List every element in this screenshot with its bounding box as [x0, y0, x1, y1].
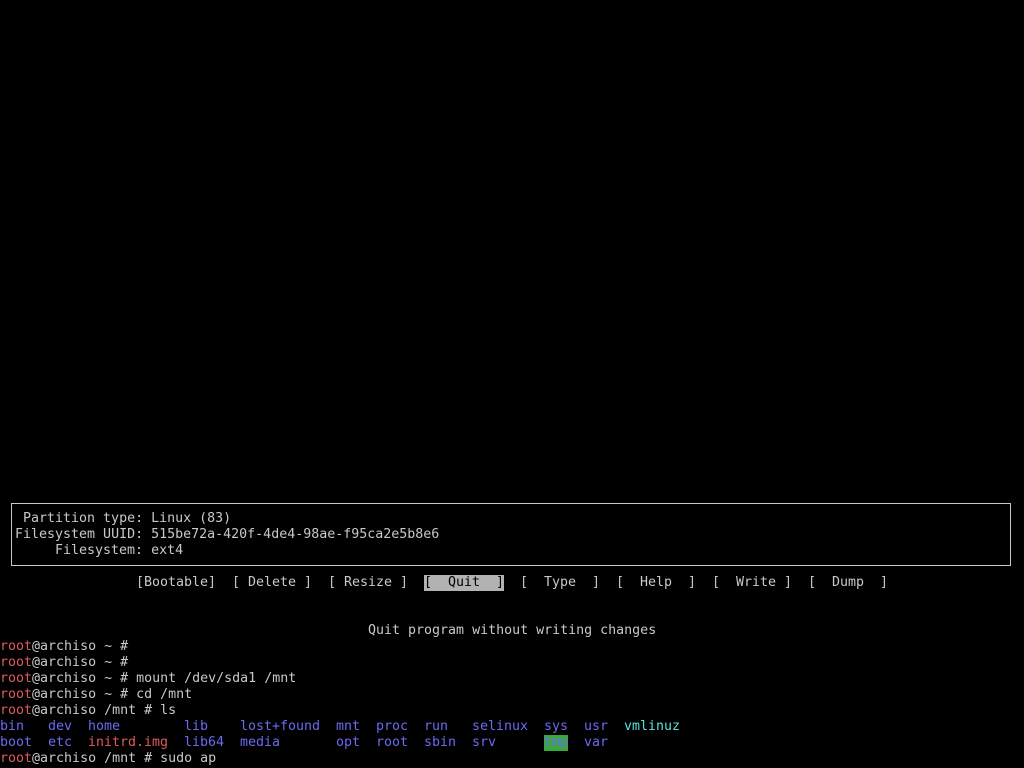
command-input[interactable]: sudo ap	[160, 751, 216, 766]
ls-entry-root: root	[376, 735, 409, 750]
filesystem-row: Filesystem: ext4	[55, 543, 183, 559]
filesystem-uuid-label: Filesystem UUID:	[15, 527, 144, 542]
ls-entry-lib: lib	[184, 719, 209, 734]
ls-entry-run: run	[424, 719, 449, 734]
prompt-line: root@archiso ~ #	[0, 655, 136, 671]
ls-entry-sbin: sbin	[424, 735, 457, 750]
ls-entry-boot: boot	[0, 735, 33, 750]
resize-button[interactable]: [ Resize ]	[328, 575, 408, 591]
partition-type-label: Partition type:	[23, 511, 144, 526]
prompt-user: root	[0, 687, 33, 702]
prompt-cwd: ~ #	[96, 687, 137, 702]
bootable-button[interactable]: [Bootable]	[136, 575, 216, 591]
quit-button[interactable]: [ Quit ]	[424, 575, 505, 591]
prompt-cwd: ~ #	[96, 671, 137, 686]
filesystem-uuid-row: Filesystem UUID: 515be72a-420f-4de4-98ae…	[15, 527, 439, 543]
prompt-user: root	[0, 671, 33, 686]
help-button[interactable]: [ Help ]	[616, 575, 696, 591]
prompt-host: @archiso	[32, 751, 97, 766]
prompt-user: root	[0, 655, 33, 670]
terminal-screen[interactable]: Partition type: Linux (83) Filesystem UU…	[0, 0, 1024, 768]
prompt-cwd: ~ #	[96, 639, 137, 654]
ls-entry-lib64: lib64	[184, 735, 225, 750]
dump-button[interactable]: [ Dump ]	[808, 575, 888, 591]
prompt-command: ls	[160, 703, 177, 718]
ls-entry-bin: bin	[0, 719, 25, 734]
filesystem-value: ext4	[151, 543, 184, 558]
ls-entry-lost-found: lost+found	[240, 719, 321, 734]
prompt-command: mount /dev/sda1 /mnt	[136, 671, 297, 686]
prompt-user: root	[0, 639, 33, 654]
menu-hint-text: Quit program without writing changes	[368, 623, 657, 638]
prompt-cwd: ~ #	[96, 655, 137, 670]
prompt-host: @archiso	[32, 703, 97, 718]
ls-entry-proc: proc	[376, 719, 409, 734]
ls-entry-selinux: selinux	[472, 719, 529, 734]
partition-type-row: Partition type: Linux (83)	[23, 511, 231, 527]
prompt-line: root@archiso ~ # cd /mnt	[0, 687, 192, 703]
filesystem-label: Filesystem:	[55, 543, 144, 558]
prompt-line: root@archiso ~ # mount /dev/sda1 /mnt	[0, 671, 296, 687]
type-button[interactable]: [ Type ]	[520, 575, 600, 591]
ls-entry-media: media	[240, 735, 281, 750]
partition-info-box: Partition type: Linux (83) Filesystem UU…	[11, 503, 1011, 566]
partition-type-value: Linux (83)	[151, 511, 232, 526]
ls-entry-vmlinuz: vmlinuz	[624, 719, 681, 734]
ls-entry-etc: etc	[48, 735, 73, 750]
ls-entry-mnt: mnt	[336, 719, 361, 734]
ls-entry-srv: srv	[472, 735, 497, 750]
write-button[interactable]: [ Write ]	[712, 575, 792, 591]
prompt-cwd: /mnt #	[96, 751, 161, 766]
ls-entry-initrd-img: initrd.img	[88, 735, 169, 750]
ls-entry-home: home	[88, 719, 121, 734]
prompt-host: @archiso	[32, 639, 97, 654]
prompt-line: root@archiso ~ #	[0, 639, 136, 655]
prompt-user: root	[0, 751, 33, 766]
prompt-host: @archiso	[32, 671, 97, 686]
ls-entry-usr: usr	[584, 719, 609, 734]
prompt-user: root	[0, 703, 33, 718]
ls-entry-opt: opt	[336, 735, 361, 750]
delete-button[interactable]: [ Delete ]	[232, 575, 312, 591]
prompt-cwd: /mnt #	[96, 703, 161, 718]
prompt-host: @archiso	[32, 655, 97, 670]
prompt-command: cd /mnt	[136, 687, 193, 702]
current-prompt-line[interactable]: root@archiso /mnt # sudo ap	[0, 751, 216, 767]
ls-entry-var: var	[584, 735, 609, 750]
prompt-host: @archiso	[32, 687, 97, 702]
ls-entry-sys: sys	[544, 719, 569, 734]
ls-entry-tmp: tmp	[544, 735, 569, 751]
ls-entry-dev: dev	[48, 719, 73, 734]
filesystem-uuid-value: 515be72a-420f-4de4-98ae-f95ca2e5b8e6	[151, 527, 440, 542]
prompt-line: root@archiso /mnt # ls	[0, 703, 176, 719]
